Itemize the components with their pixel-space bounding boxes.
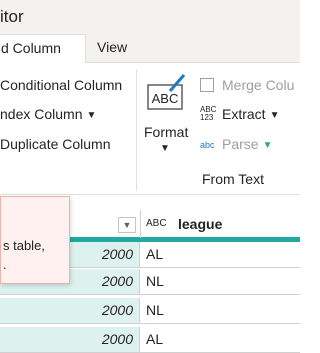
conditional-column-label: Conditional Column (0, 77, 123, 93)
cell-value: AL (146, 246, 164, 262)
merge-columns-label: Merge Colu (222, 77, 295, 93)
table-row: 2000 NL (0, 298, 300, 324)
index-column-label: ndex Column (0, 106, 83, 122)
chevron-down-icon: ▼ (160, 143, 170, 154)
text-type-icon[interactable]: ABC (146, 218, 167, 229)
format-icon: ABC (147, 74, 186, 110)
title-bar: itor (0, 0, 300, 34)
extract-label: Extract (222, 106, 266, 122)
table-cell[interactable]: 2000 (0, 298, 140, 324)
table-cell[interactable]: NL (140, 269, 300, 295)
parse-label: Parse (222, 136, 259, 152)
parse-icon: abc (200, 140, 215, 150)
group-label-from-text: From Text (202, 171, 264, 187)
table-row: 2000 AL (0, 327, 300, 353)
column-filter-dropdown[interactable]: ▼ (118, 217, 136, 233)
extract-button[interactable]: ABC 123 Extract ▼ (200, 105, 280, 123)
column-header-league[interactable]: league (178, 216, 222, 232)
merge-columns-icon (200, 78, 214, 92)
chevron-down-icon: ▼ (86, 110, 97, 121)
tooltip-text-line-2: . (3, 257, 7, 272)
format-label: Format (144, 124, 189, 140)
table-cell[interactable]: AL (140, 242, 300, 268)
cell-value: 2000 (101, 246, 133, 262)
cell-value: AL (146, 331, 164, 347)
tab-view[interactable]: View (97, 34, 127, 62)
tab-add-column[interactable]: d Column (0, 34, 86, 63)
conditional-column-button[interactable]: Conditional Column (0, 77, 122, 93)
index-column-button[interactable]: ndex Column ▼ (0, 106, 96, 122)
chevron-down-icon: ▼ (122, 220, 132, 230)
table-cell[interactable]: 2000 (0, 327, 140, 353)
window-title: itor (0, 7, 24, 26)
tooltip: s table, . (0, 196, 70, 284)
cell-value: 2000 (101, 331, 133, 347)
cell-value: NL (146, 273, 164, 289)
cell-value: NL (146, 302, 164, 318)
ribbon: Conditional Column ndex Column ▼ Duplicat… (0, 62, 300, 195)
parse-button[interactable]: abc Parse ▼ (200, 136, 272, 152)
column-divider (140, 210, 141, 238)
tab-view-label: View (97, 39, 128, 55)
ribbon-separator (136, 69, 137, 191)
table-cell[interactable]: AL (140, 327, 300, 353)
svg-text:ABC: ABC (152, 91, 179, 106)
merge-columns-button[interactable]: Merge Colu (200, 77, 294, 93)
tab-add-column-label: d Column (1, 40, 61, 56)
duplicate-column-label: Duplicate Column (0, 136, 111, 152)
extract-icon: ABC 123 (200, 105, 217, 122)
ribbon-tab-bar: d Column View (0, 34, 300, 63)
chevron-down-icon: ▼ (262, 140, 273, 151)
chevron-down-icon: ▼ (269, 110, 280, 121)
cell-value: 2000 (101, 273, 133, 289)
duplicate-column-button[interactable]: Duplicate Column (0, 136, 111, 152)
table-cell[interactable]: NL (140, 298, 300, 324)
cell-value: 2000 (101, 302, 133, 318)
tooltip-text-line-1: s table, (3, 238, 45, 253)
